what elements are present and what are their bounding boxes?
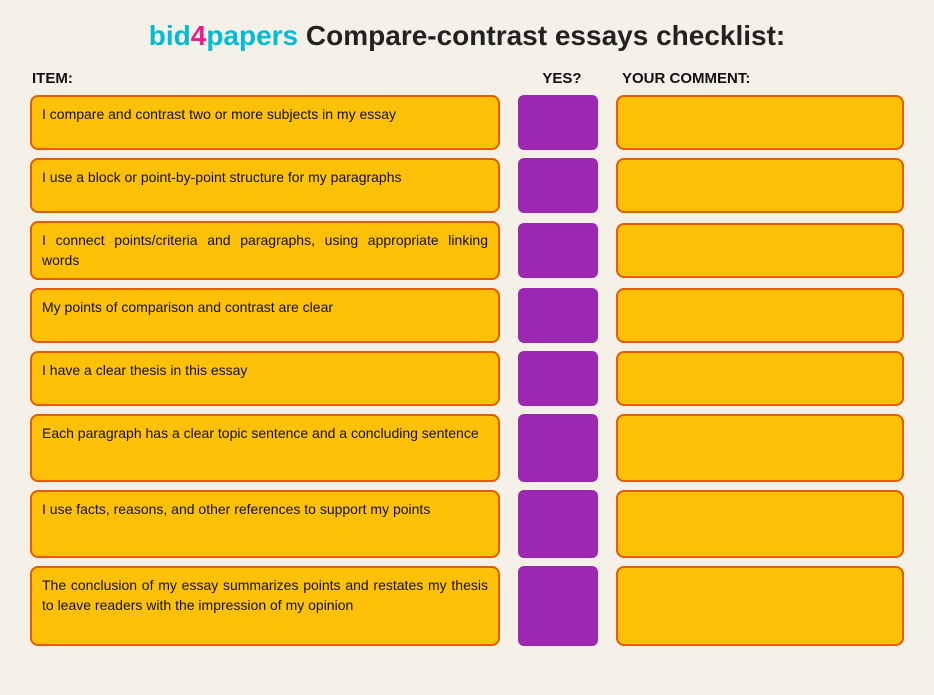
- checklist-container: I compare and contrast two or more subje…: [30, 95, 904, 646]
- item-text-1: I compare and contrast two or more subje…: [30, 95, 500, 150]
- item-text-7: I use facts, reasons, and other referenc…: [30, 490, 500, 558]
- item-text-8: The conclusion of my essay summarizes po…: [30, 566, 500, 646]
- checklist-row-7: I use facts, reasons, and other referenc…: [30, 490, 904, 558]
- comment-box-4[interactable]: [616, 288, 904, 343]
- checklist-row-8: The conclusion of my essay summarizes po…: [30, 566, 904, 646]
- col-header-yes: YES?: [512, 70, 612, 87]
- yes-checkbox-2[interactable]: [518, 158, 598, 213]
- yes-checkbox-6[interactable]: [518, 414, 598, 482]
- yes-checkbox-1[interactable]: [518, 95, 598, 150]
- yes-checkbox-8[interactable]: [518, 566, 598, 646]
- comment-box-1[interactable]: [616, 95, 904, 150]
- checklist-row-6: Each paragraph has a clear topic sentenc…: [30, 414, 904, 482]
- col-header-item: ITEM:: [32, 70, 512, 87]
- item-text-2: I use a block or point-by-point structur…: [30, 158, 500, 213]
- checklist-row-5: I have a clear thesis in this essay: [30, 351, 904, 406]
- checklist-row-2: I use a block or point-by-point structur…: [30, 158, 904, 213]
- brand-bid: bid: [149, 20, 191, 51]
- item-text-4: My points of comparison and contrast are…: [30, 288, 500, 343]
- comment-box-8[interactable]: [616, 566, 904, 646]
- checklist-row-1: I compare and contrast two or more subje…: [30, 95, 904, 150]
- item-text-6: Each paragraph has a clear topic sentenc…: [30, 414, 500, 482]
- yes-checkbox-5[interactable]: [518, 351, 598, 406]
- comment-box-7[interactable]: [616, 490, 904, 558]
- checklist-row-4: My points of comparison and contrast are…: [30, 288, 904, 343]
- yes-checkbox-4[interactable]: [518, 288, 598, 343]
- comment-box-3[interactable]: [616, 223, 904, 278]
- brand-4: 4: [191, 20, 207, 51]
- yes-checkbox-3[interactable]: [518, 223, 598, 278]
- item-text-5: I have a clear thesis in this essay: [30, 351, 500, 406]
- page-header: bid4papers Compare-contrast essays check…: [30, 20, 904, 52]
- yes-checkbox-7[interactable]: [518, 490, 598, 558]
- comment-box-5[interactable]: [616, 351, 904, 406]
- comment-box-2[interactable]: [616, 158, 904, 213]
- page-title: Compare-contrast essays checklist:: [306, 20, 785, 51]
- item-text-3: I connect points/criteria and paragraphs…: [30, 221, 500, 280]
- checklist-row-3: I connect points/criteria and paragraphs…: [30, 221, 904, 280]
- brand-papers: papers: [206, 20, 298, 51]
- col-header-comment: YOUR COMMENT:: [612, 70, 902, 87]
- comment-box-6[interactable]: [616, 414, 904, 482]
- column-headers: ITEM: YES? YOUR COMMENT:: [30, 70, 904, 87]
